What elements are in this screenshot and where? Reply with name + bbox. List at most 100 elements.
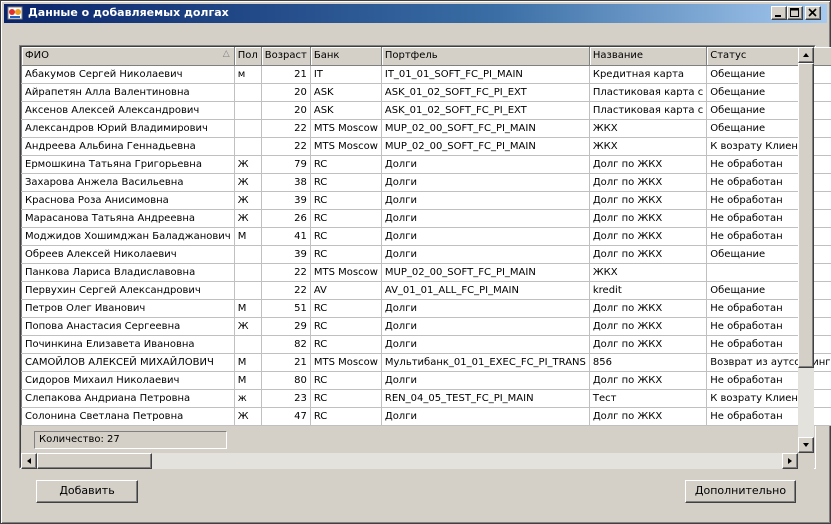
cell-gender[interactable]: Ж: [234, 407, 262, 426]
cell-fio[interactable]: Ермошкина Татьяна Григорьевна: [21, 155, 235, 174]
table-row[interactable]: Починкина Елизавета Ивановна 82 RC Долги Дол…: [21, 335, 831, 354]
cell-gender[interactable]: Ж: [234, 317, 262, 336]
cell-bank[interactable]: MTS Moscow: [310, 353, 382, 372]
cell-fio[interactable]: Починкина Елизавета Ивановна: [21, 335, 235, 354]
cell-bank[interactable]: RC: [310, 407, 382, 426]
cell-bank[interactable]: RC: [310, 371, 382, 390]
cell-gender[interactable]: М: [234, 371, 262, 390]
column-header-fio[interactable]: ФИО △: [21, 47, 235, 66]
table-row[interactable]: Аксенов Алексей Александрович 20 ASK ASK_01…: [21, 101, 831, 120]
table-row[interactable]: Александров Юрий Владимирович 22 MTS Mosco…: [21, 119, 831, 138]
cell-gender[interactable]: [234, 263, 262, 282]
cell-name[interactable]: Долг по ЖКХ: [589, 407, 708, 426]
table-row[interactable]: САМОЙЛОВ АЛЕКСЕЙ МИХАЙЛОВИЧ М 21 MTS Moscow…: [21, 353, 831, 372]
cell-age[interactable]: 51: [261, 299, 311, 318]
cell-fio[interactable]: Слепакова Андриана Петровна: [21, 389, 235, 408]
table-row[interactable]: Абакумов Сергей Николаевич м 21 IT IT_01_01_…: [21, 65, 831, 84]
table-row[interactable]: Петров Олег Иванович М 51 RC Долги Долг по ЖК…: [21, 299, 831, 318]
cell-name[interactable]: Пластиковая карта с: [589, 83, 708, 102]
cell-age[interactable]: 38: [261, 173, 311, 192]
cell-fio[interactable]: Солонина Светлана Петровна: [21, 407, 235, 426]
cell-age[interactable]: 21: [261, 353, 311, 372]
cell-portfolio[interactable]: Долги: [381, 335, 590, 354]
cell-gender[interactable]: [234, 137, 262, 156]
cell-fio[interactable]: Краснова Роза Анисимовна: [21, 191, 235, 210]
cell-bank[interactable]: IT: [310, 65, 382, 84]
title-bar[interactable]: Данные о добавляемых долгах: [4, 4, 827, 23]
minimize-button[interactable]: [771, 6, 787, 20]
cell-age[interactable]: 22: [261, 119, 311, 138]
cell-portfolio[interactable]: Долги: [381, 191, 590, 210]
cell-portfolio[interactable]: AV_01_01_ALL_FC_PI_MAIN: [381, 281, 590, 300]
cell-age[interactable]: 26: [261, 209, 311, 228]
cell-bank[interactable]: RC: [310, 245, 382, 264]
table-row[interactable]: Попова Анастасия Сергеевна Ж 29 RC Долги Долг…: [21, 317, 831, 336]
cell-gender[interactable]: Ж: [234, 191, 262, 210]
cell-portfolio[interactable]: Мультибанк_01_01_EXEC_FC_PI_TRANS: [381, 353, 590, 372]
cell-name[interactable]: Долг по ЖКХ: [589, 209, 708, 228]
cell-age[interactable]: 20: [261, 101, 311, 120]
cell-age[interactable]: 41: [261, 227, 311, 246]
cell-gender[interactable]: М: [234, 353, 262, 372]
cell-fio[interactable]: Панкова Лариса Владиславовна: [21, 263, 235, 282]
scroll-up-button[interactable]: [798, 47, 814, 63]
column-header-gender[interactable]: Пол: [234, 47, 262, 66]
cell-age[interactable]: 47: [261, 407, 311, 426]
cell-age[interactable]: 29: [261, 317, 311, 336]
cell-bank[interactable]: MTS Moscow: [310, 263, 382, 282]
cell-gender[interactable]: [234, 335, 262, 354]
cell-age[interactable]: 82: [261, 335, 311, 354]
cell-bank[interactable]: RC: [310, 317, 382, 336]
cell-name[interactable]: Кредитная карта: [589, 65, 708, 84]
cell-bank[interactable]: RC: [310, 173, 382, 192]
column-header-name[interactable]: Название: [589, 47, 708, 66]
cell-portfolio[interactable]: MUP_02_00_SOFT_FC_PI_MAIN: [381, 137, 590, 156]
cell-fio[interactable]: Айрапетян Алла Валентиновна: [21, 83, 235, 102]
add-button[interactable]: Добавить: [36, 480, 138, 503]
cell-age[interactable]: 23: [261, 389, 311, 408]
cell-gender[interactable]: М: [234, 299, 262, 318]
cell-fio[interactable]: Моджидов Хошимджан Баладжанович: [21, 227, 235, 246]
cell-name[interactable]: ЖКХ: [589, 137, 708, 156]
cell-bank[interactable]: RC: [310, 227, 382, 246]
table-row[interactable]: Захарова Анжела Васильевна Ж 38 RC Долги Долг…: [21, 173, 831, 192]
table-row[interactable]: Панкова Лариса Владиславовна 22 MTS Moscow…: [21, 263, 831, 282]
cell-name[interactable]: 856: [589, 353, 708, 372]
table-row[interactable]: Солонина Светлана Петровна Ж 47 RC Долги Долг…: [21, 407, 831, 426]
cell-fio[interactable]: Марасанова Татьяна Андреевна: [21, 209, 235, 228]
cell-age[interactable]: 22: [261, 263, 311, 282]
scroll-down-button[interactable]: [798, 437, 814, 453]
cell-portfolio[interactable]: MUP_02_00_SOFT_FC_PI_MAIN: [381, 119, 590, 138]
table-row[interactable]: Краснова Роза Анисимовна Ж 39 RC Долги Долг п…: [21, 191, 831, 210]
cell-portfolio[interactable]: Долги: [381, 407, 590, 426]
cell-gender[interactable]: Ж: [234, 209, 262, 228]
cell-name[interactable]: Долг по ЖКХ: [589, 371, 708, 390]
cell-name[interactable]: Долг по ЖКХ: [589, 227, 708, 246]
table-row[interactable]: Слепакова Андриана Петровна ж 23 RC REN_04_0…: [21, 389, 831, 408]
vertical-scrollbar[interactable]: [798, 47, 814, 453]
cell-gender[interactable]: Ж: [234, 155, 262, 174]
column-header-bank[interactable]: Банк: [310, 47, 382, 66]
cell-age[interactable]: 22: [261, 137, 311, 156]
close-button[interactable]: [805, 6, 821, 20]
cell-bank[interactable]: RC: [310, 389, 382, 408]
cell-age[interactable]: 39: [261, 191, 311, 210]
cell-portfolio[interactable]: ASK_01_02_SOFT_FC_PI_EXT: [381, 83, 590, 102]
cell-bank[interactable]: RC: [310, 155, 382, 174]
cell-age[interactable]: 22: [261, 281, 311, 300]
cell-fio[interactable]: Андреева Альбина Геннадьевна: [21, 137, 235, 156]
cell-gender[interactable]: ж: [234, 389, 262, 408]
cell-name[interactable]: Пластиковая карта с: [589, 101, 708, 120]
cell-name[interactable]: Тест: [589, 389, 708, 408]
cell-portfolio[interactable]: MUP_02_00_SOFT_FC_PI_MAIN: [381, 263, 590, 282]
cell-fio[interactable]: Петров Олег Иванович: [21, 299, 235, 318]
cell-portfolio[interactable]: Долги: [381, 155, 590, 174]
column-header-age[interactable]: Возраст: [261, 47, 311, 66]
cell-portfolio[interactable]: IT_01_01_SOFT_FC_PI_MAIN: [381, 65, 590, 84]
cell-fio[interactable]: Абакумов Сергей Николаевич: [21, 65, 235, 84]
cell-bank[interactable]: RC: [310, 299, 382, 318]
cell-portfolio[interactable]: Долги: [381, 371, 590, 390]
cell-portfolio[interactable]: ASK_01_02_SOFT_FC_PI_EXT: [381, 101, 590, 120]
cell-name[interactable]: Долг по ЖКХ: [589, 191, 708, 210]
cell-bank[interactable]: MTS Moscow: [310, 137, 382, 156]
